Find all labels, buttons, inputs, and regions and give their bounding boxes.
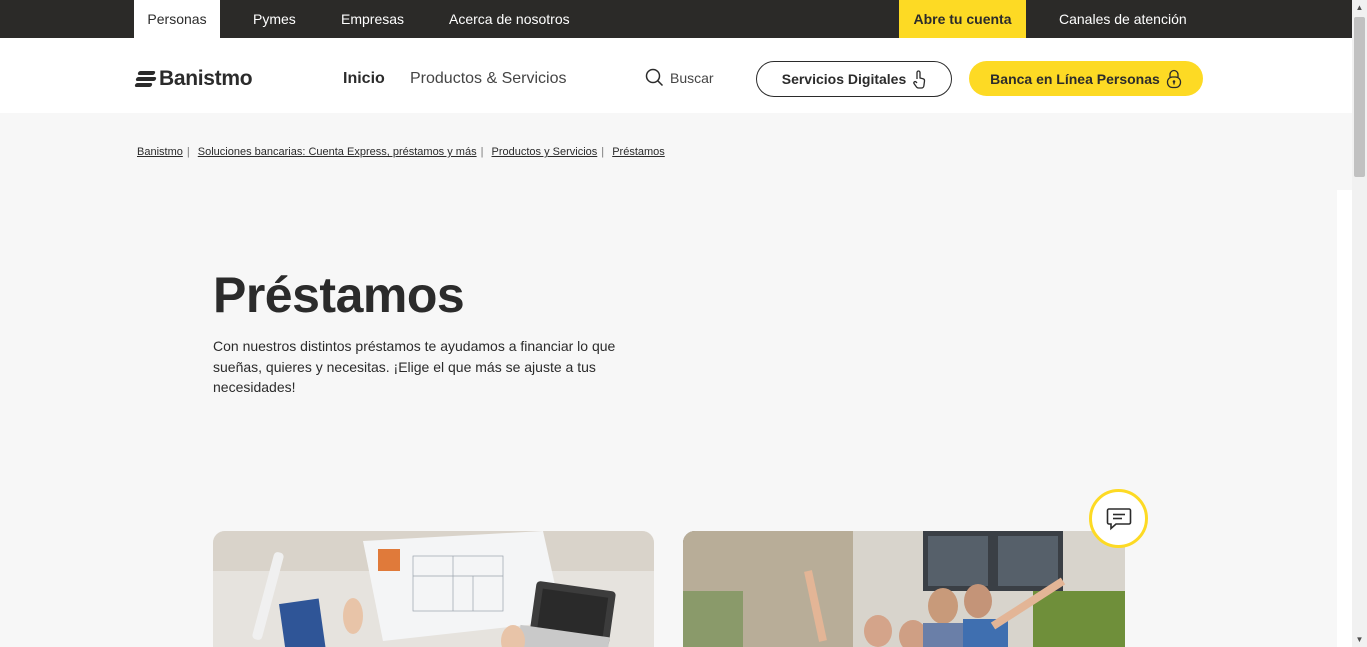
breadcrumb-banistmo[interactable]: Banistmo — [137, 146, 183, 158]
breadcrumb-productos[interactable]: Productos y Servicios — [492, 146, 598, 158]
page-edge-strip — [1337, 190, 1352, 647]
lock-icon — [1166, 69, 1181, 88]
tab-empresas[interactable]: Empresas — [341, 0, 404, 38]
breadcrumb-separator: | — [480, 146, 484, 158]
scrollbar-thumb[interactable] — [1354, 17, 1365, 177]
family-photo — [683, 531, 1125, 647]
page-scrollbar[interactable]: ▲ ▼ — [1352, 0, 1367, 647]
breadcrumb-soluciones[interactable]: Soluciones bancarias: Cuenta Express, pr… — [198, 146, 477, 158]
search-icon — [645, 68, 664, 87]
chat-icon — [1106, 507, 1131, 530]
digital-services-label: Servicios Digitales — [781, 71, 907, 87]
blueprint-photo — [213, 531, 654, 647]
breadcrumb-prestamos[interactable]: Préstamos — [612, 146, 665, 158]
scroll-up-arrow-icon[interactable]: ▲ — [1352, 0, 1367, 15]
banistmo-logo[interactable]: Banistmo — [134, 67, 253, 90]
search-label: Buscar — [670, 69, 714, 86]
online-banking-button[interactable]: Banca en Línea Personas — [969, 61, 1203, 96]
digital-services-button[interactable]: Servicios Digitales — [756, 61, 952, 97]
top-utility-bar: Personas Pymes Empresas Acerca de nosotr… — [0, 0, 1352, 38]
nav-productos-servicios[interactable]: Productos & Servicios — [410, 70, 567, 88]
tab-acerca-de-nosotros[interactable]: Acerca de nosotros — [449, 0, 570, 38]
nav-inicio[interactable]: Inicio — [343, 70, 385, 88]
open-account-button[interactable]: Abre tu cuenta — [899, 0, 1026, 38]
breadcrumb-separator: | — [186, 146, 190, 158]
chat-button[interactable] — [1089, 489, 1148, 548]
logo-mark-icon — [134, 69, 157, 89]
service-channels-link[interactable]: Canales de atención — [1059, 0, 1187, 38]
page-title: Préstamos — [213, 267, 465, 323]
breadcrumb: Banistmo | Soluciones bancarias: Cuenta E… — [137, 146, 665, 158]
loan-card-mortgage-image[interactable] — [213, 531, 654, 647]
page-description: Con nuestros distintos préstamos te ayud… — [213, 338, 616, 395]
scroll-down-arrow-icon[interactable]: ▼ — [1352, 632, 1367, 647]
logo-text: Banistmo — [159, 67, 253, 90]
tab-personas[interactable]: Personas — [134, 0, 220, 38]
online-banking-label: Banca en Línea Personas — [990, 70, 1160, 87]
touch-hand-icon — [913, 70, 926, 89]
search-button[interactable]: Buscar — [645, 68, 714, 87]
breadcrumb-separator: | — [601, 146, 605, 158]
main-header: Banistmo Inicio Productos & Servicios Bu… — [0, 38, 1352, 113]
loan-card-family-image[interactable] — [683, 531, 1125, 647]
tab-pymes[interactable]: Pymes — [253, 0, 296, 38]
